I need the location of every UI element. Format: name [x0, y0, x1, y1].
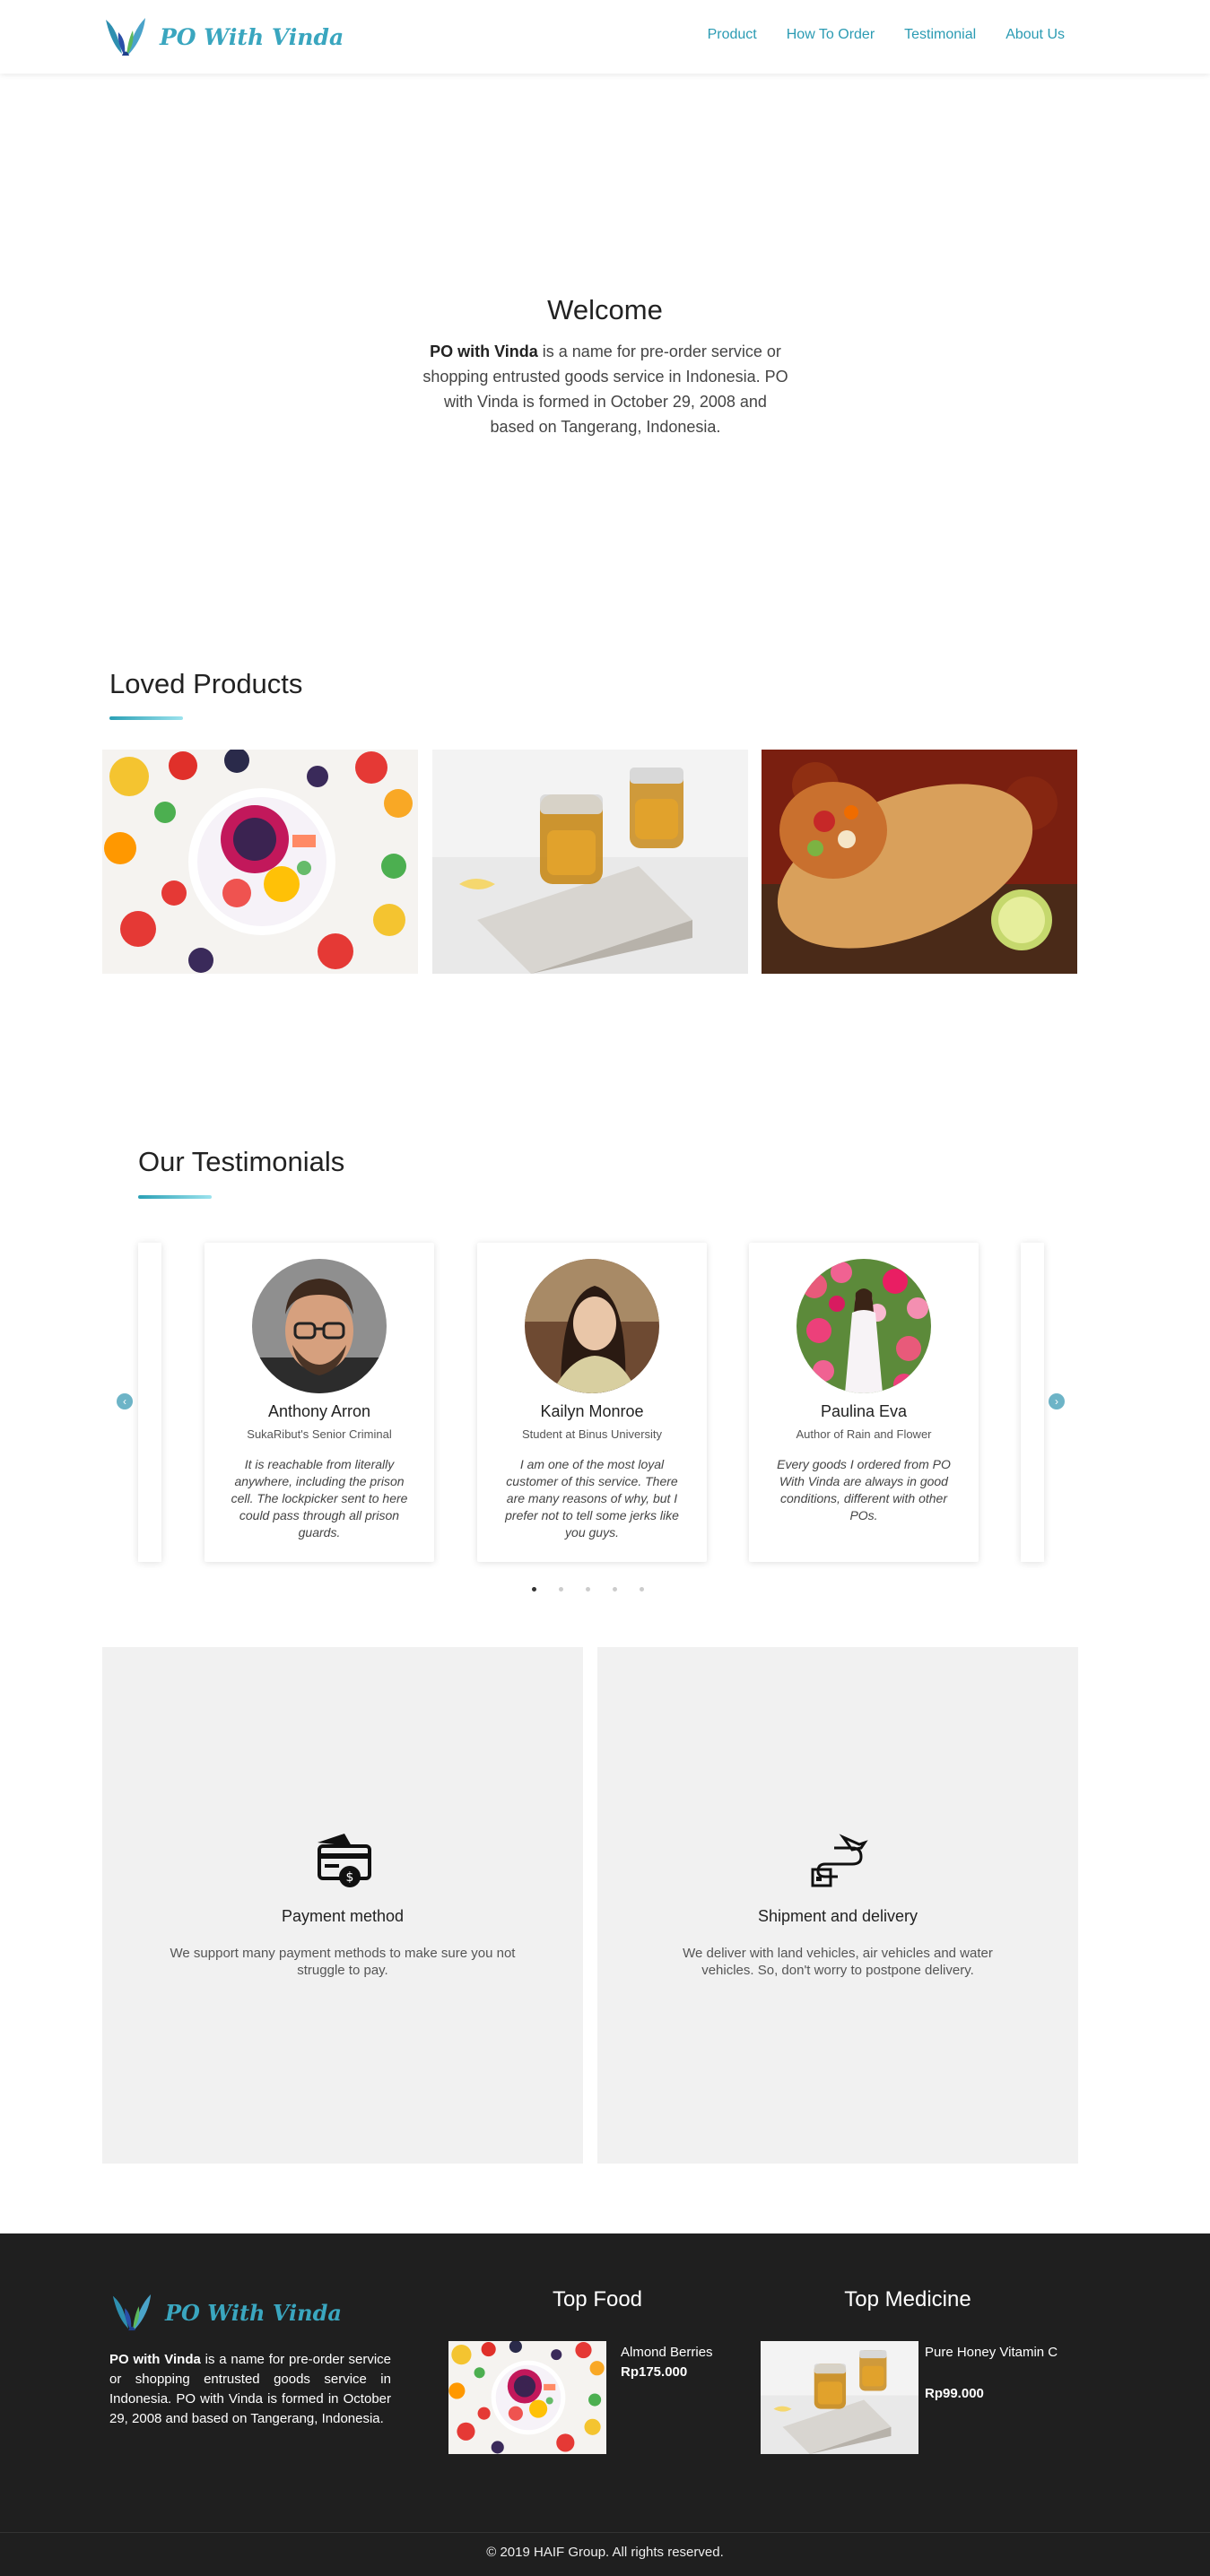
fruit-bowl-image	[102, 750, 418, 974]
chevron-left-icon: ‹	[123, 1395, 126, 1408]
top-food-name[interactable]: Almond Berries	[621, 2343, 755, 2363]
brand-logo-icon	[109, 2291, 154, 2334]
burrito-image	[762, 750, 1077, 974]
testimonial-role: SukaRibut's Senior Criminal	[247, 1427, 392, 1441]
carousel-next-button[interactable]: ›	[1049, 1393, 1065, 1409]
testimonials-title-underline	[138, 1195, 212, 1199]
brand-name: PO With Vinda	[160, 23, 344, 50]
testimonial-card-partial-left	[138, 1243, 161, 1562]
avatar	[525, 1259, 659, 1393]
feature-text: We support many payment methods to make …	[170, 1946, 516, 1978]
feature-payment: $ Payment method We support many payment…	[102, 1647, 583, 2164]
testimonial-name: Paulina Eva	[820, 1402, 908, 1420]
avatar	[797, 1259, 931, 1393]
products-title-underline	[109, 716, 183, 720]
feature-title: Shipment and delivery	[757, 1907, 918, 1925]
footer-description: PO with Vinda is a name for pre-order se…	[109, 2350, 391, 2429]
testimonial-role: Student at Binus University	[521, 1427, 663, 1441]
top-medicine-image[interactable]	[761, 2341, 918, 2454]
payment-card-icon: $	[318, 1834, 371, 1887]
testimonial-card-partial-right	[1021, 1243, 1044, 1562]
carousel-dot[interactable]	[532, 1587, 536, 1592]
products-title: Loved Products	[109, 668, 303, 699]
testimonial-name: Anthony Arron	[267, 1402, 371, 1420]
nav-link-testimonial[interactable]: Testimonial	[904, 27, 976, 43]
nav-links: Product How To Order Testimonial About U…	[678, 27, 1065, 43]
carousel-dot[interactable]	[559, 1587, 563, 1592]
top-medicine-name[interactable]: Pure Honey Vitamin C	[925, 2343, 1059, 2363]
svg-text:$: $	[346, 1870, 354, 1885]
footer: PO With Vinda PO with Vinda is a name fo…	[0, 2233, 1210, 2576]
top-medicine-title: Top Medicine	[844, 2287, 971, 2311]
copyright-text: © 2019 HAIF Group. All rights reserved.	[486, 2545, 724, 2560]
carousel-prev-button[interactable]: ‹	[117, 1393, 133, 1409]
feature-title: Payment method	[281, 1907, 405, 1925]
honey-jars-image	[432, 750, 748, 974]
nav-link-product[interactable]: Product	[708, 27, 757, 43]
footer-brand[interactable]: PO With Vinda	[109, 2291, 342, 2334]
testimonial-quote: It is reachable from literally anywhere,…	[231, 1457, 408, 1540]
avatar-image	[797, 1259, 931, 1393]
carousel-dot[interactable]	[586, 1587, 590, 1592]
avatar	[252, 1259, 387, 1393]
footer-divider	[0, 2532, 1210, 2533]
top-food-image[interactable]	[448, 2341, 606, 2454]
testimonial-card: Kailyn Monroe Student at Binus Universit…	[477, 1243, 707, 1562]
feature-shipment: Shipment and delivery We deliver with la…	[597, 1647, 1078, 2164]
hero-title: Welcome	[547, 294, 663, 325]
product-image-burrito[interactable]	[762, 750, 1077, 974]
avatar-image	[252, 1259, 387, 1393]
honey-jars-thumbnail	[761, 2341, 918, 2454]
hero-section: Welcome PO with Vinda is a name for pre-…	[0, 74, 1210, 629]
testimonial-quote: Every goods I ordered from PO With Vinda…	[777, 1457, 951, 1522]
top-medicine-price: Rp99.000	[925, 2386, 984, 2401]
product-image-fruit-bowl[interactable]	[102, 750, 418, 974]
top-food-title: Top Food	[552, 2287, 643, 2311]
shipment-route-icon	[811, 1834, 868, 1887]
testimonial-role: Author of Rain and Flower	[796, 1427, 932, 1441]
hero-description: PO with Vinda is a name for pre-order se…	[422, 339, 789, 439]
testimonials-title: Our Testimonials	[138, 1146, 345, 1177]
product-image-honey[interactable]	[432, 750, 748, 974]
carousel-dot[interactable]	[640, 1587, 644, 1592]
hero-brand-bold: PO with Vinda	[430, 343, 538, 360]
testimonial-quote: I am one of the most loyal customer of t…	[505, 1457, 679, 1540]
avatar-image	[525, 1259, 659, 1393]
feature-text: We deliver with land vehicles, air vehic…	[683, 1946, 993, 1978]
carousel-dot[interactable]	[613, 1587, 617, 1592]
carousel-dots	[532, 1587, 644, 1592]
footer-brand-bold: PO with Vinda	[109, 2352, 201, 2367]
nav-link-about-us[interactable]: About Us	[1005, 27, 1065, 43]
brand-logo-icon	[102, 14, 149, 59]
nav-link-how-to-order[interactable]: How To Order	[787, 27, 875, 43]
navbar: PO With Vinda Product How To Order Testi…	[0, 0, 1210, 74]
footer-brand-name: PO With Vinda	[165, 2299, 342, 2326]
fruit-bowl-thumbnail	[448, 2341, 606, 2454]
top-food-price: Rp175.000	[621, 2364, 688, 2380]
testimonial-card: Anthony Arron SukaRibut's Senior Crimina…	[205, 1243, 434, 1562]
testimonial-name: Kailyn Monroe	[540, 1402, 644, 1420]
testimonial-card: Paulina Eva Author of Rain and Flower Ev…	[749, 1243, 979, 1562]
brand-logo-link[interactable]: PO With Vinda	[102, 14, 344, 59]
chevron-right-icon: ›	[1055, 1395, 1058, 1408]
